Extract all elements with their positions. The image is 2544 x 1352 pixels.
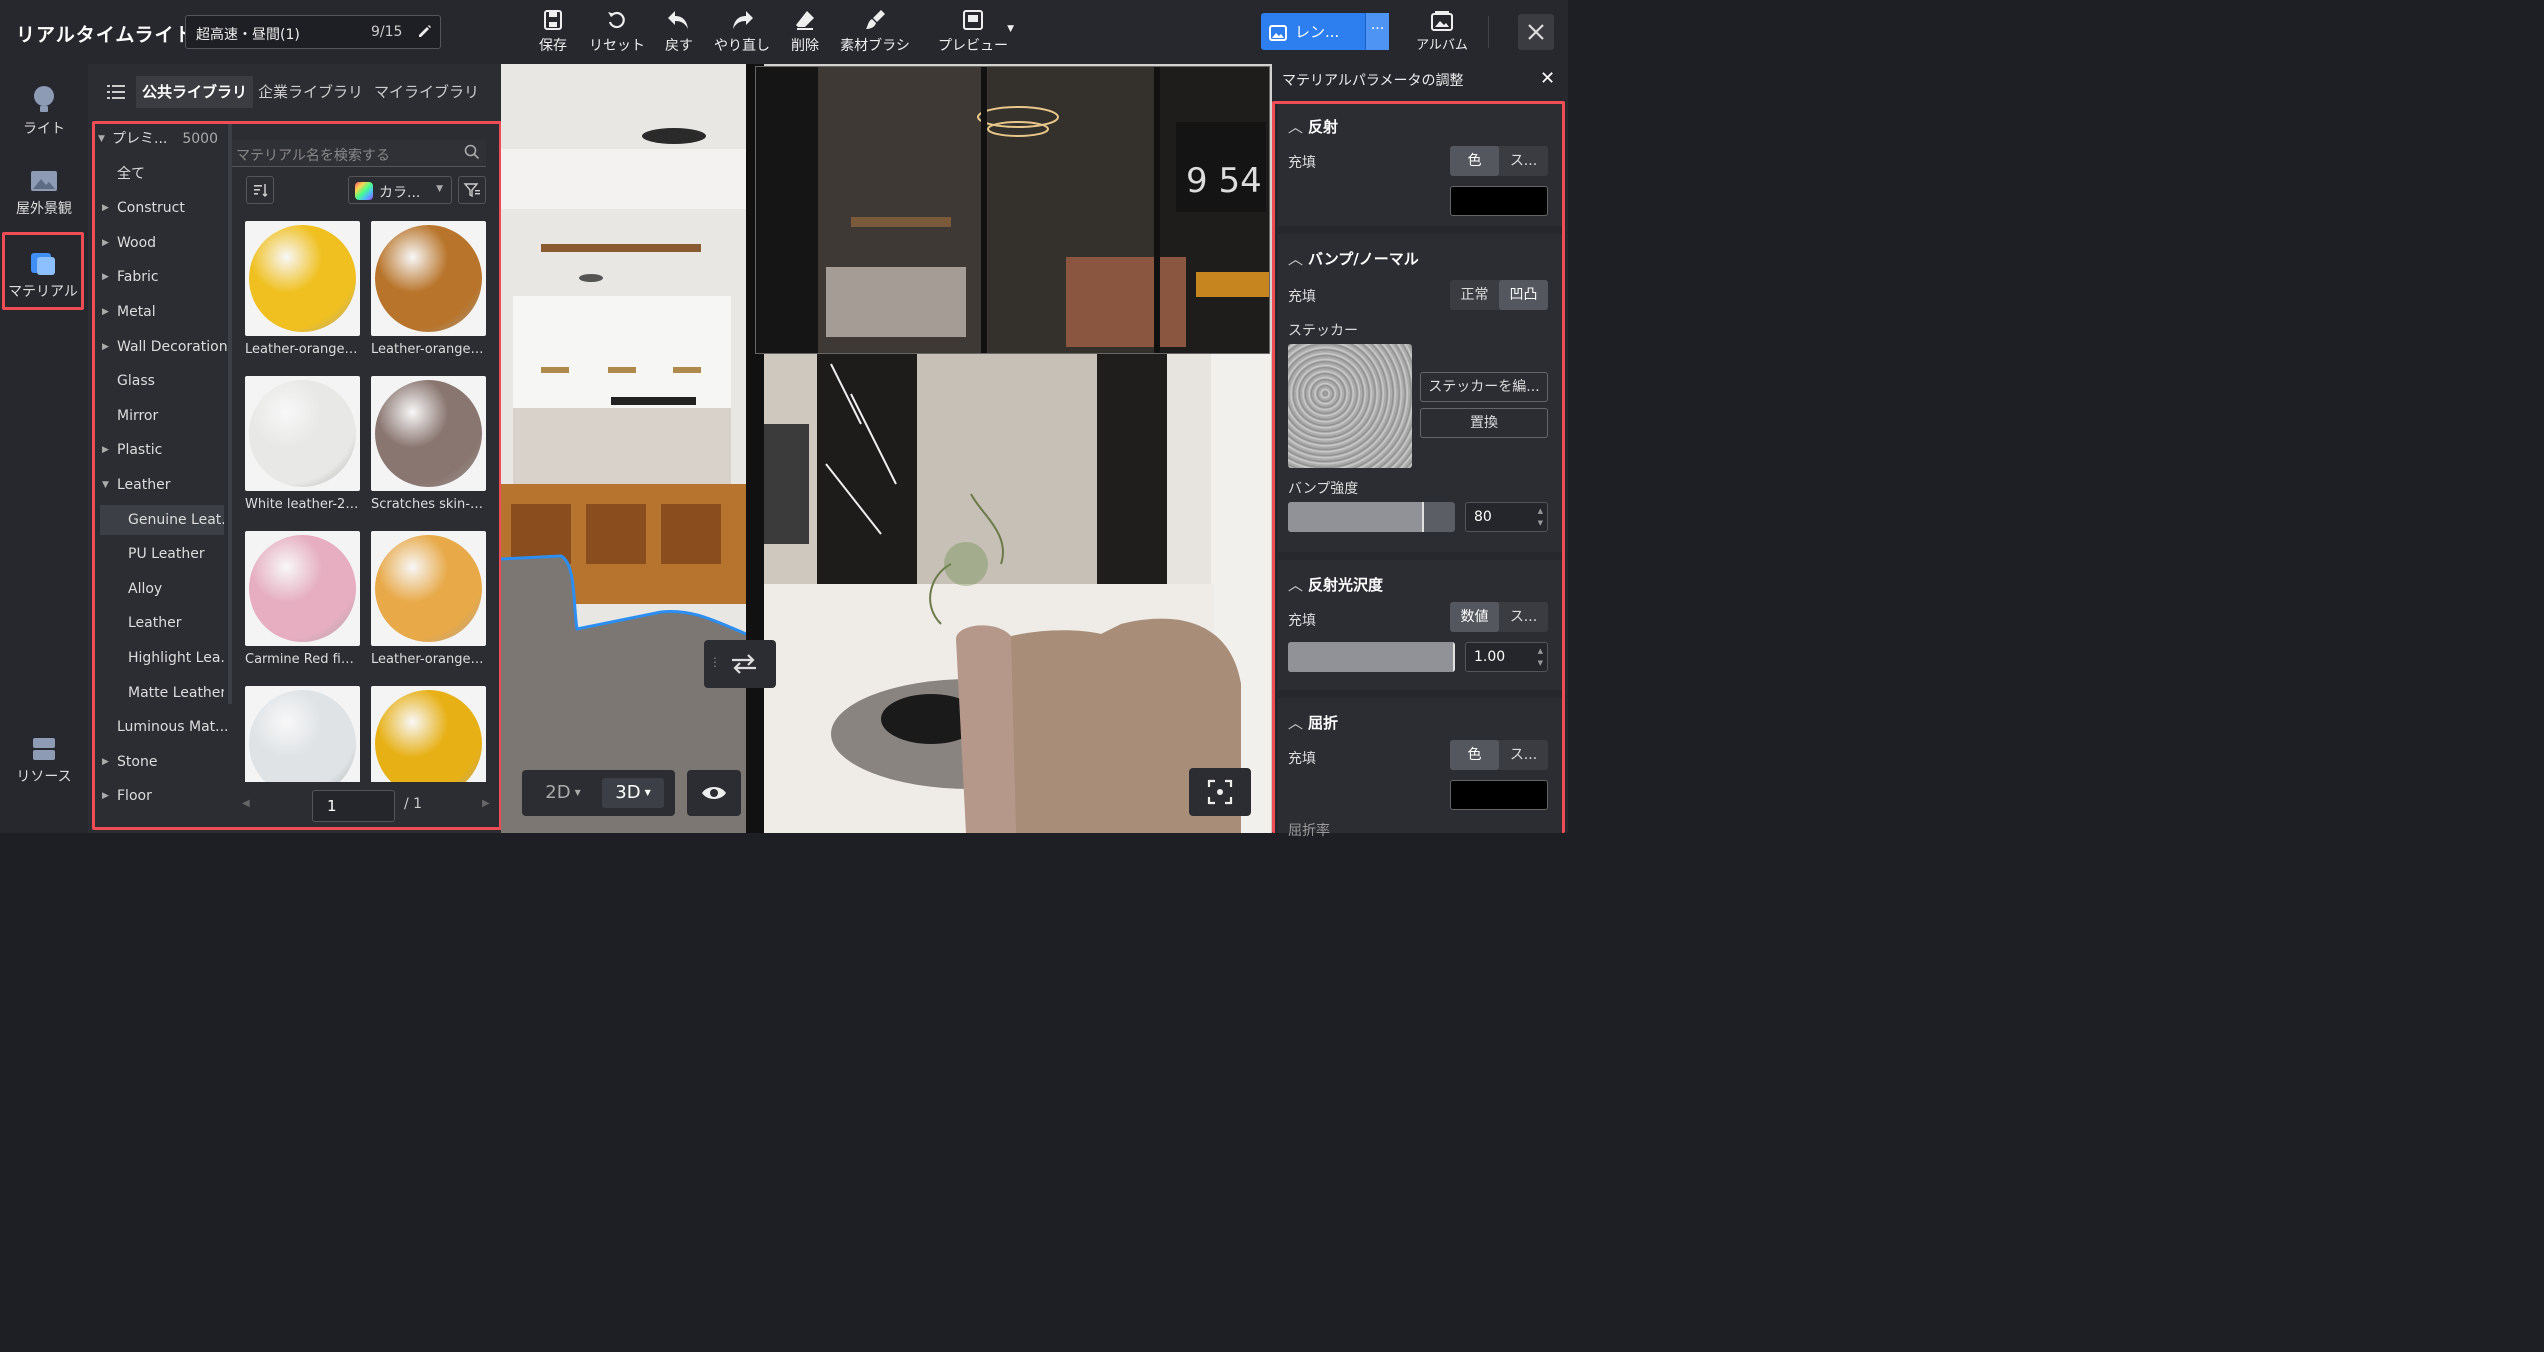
panel-highlight-frame — [1272, 101, 1565, 833]
close-button[interactable] — [1518, 14, 1554, 50]
mini-preview-render: 9 54 — [756, 67, 1269, 353]
render-more-button[interactable]: ··· — [1365, 13, 1389, 50]
focus-icon — [1207, 779, 1233, 805]
album-button[interactable]: アルバム — [1410, 10, 1474, 53]
mini-preview-window[interactable]: 9 54 — [755, 66, 1270, 354]
reset-button[interactable]: リセット — [586, 8, 648, 56]
toolbar-divider — [1488, 16, 1489, 48]
preview-button[interactable]: プレビュー ▼ — [928, 8, 1018, 56]
close-icon[interactable]: ✕ — [1540, 68, 1555, 89]
save-icon — [544, 10, 562, 30]
swap-view-button[interactable]: ⋮ — [704, 640, 776, 688]
delete-button[interactable]: 削除 — [788, 8, 822, 56]
3d-viewport[interactable]: 9 54 ⋮ 2D ▼ 3D ▼ — [501, 64, 1272, 833]
preview-icon — [963, 10, 983, 30]
caret-down-icon: ▼ — [574, 788, 581, 797]
redo-button[interactable]: やり直し — [712, 8, 772, 56]
swap-icon — [732, 654, 756, 674]
render-button[interactable]: レン... ··· — [1261, 13, 1389, 50]
library-highlight-frame — [92, 121, 502, 830]
drag-handle-icon: ⋮ — [709, 655, 721, 669]
material-brush-button[interactable]: 素材ブラシ — [838, 8, 912, 56]
redo-icon — [733, 11, 753, 29]
view-mode-toggle: 2D ▼ 3D ▼ — [522, 770, 675, 816]
view-3d-button[interactable]: 3D ▼ — [602, 778, 664, 808]
undo-button[interactable]: 戻す — [662, 8, 696, 56]
eraser-icon — [796, 11, 814, 30]
chevron-down-icon: ▼ — [1007, 24, 1014, 34]
save-button[interactable]: 保存 — [535, 8, 571, 56]
brush-icon — [866, 10, 885, 29]
reset-icon — [608, 11, 625, 29]
close-icon — [1528, 24, 1544, 40]
image-icon — [1269, 24, 1287, 41]
undo-icon — [668, 11, 688, 29]
caret-down-icon: ▼ — [644, 788, 651, 797]
fit-view-button[interactable] — [1189, 768, 1251, 816]
view-2d-button[interactable]: 2D ▼ — [532, 778, 594, 808]
album-icon — [1431, 11, 1453, 31]
svg-text:9 54: 9 54 — [1186, 161, 1262, 201]
eye-icon — [702, 787, 726, 799]
visibility-button[interactable] — [687, 770, 741, 816]
panel-title: マテリアルパラメータの調整 — [1282, 73, 1464, 89]
